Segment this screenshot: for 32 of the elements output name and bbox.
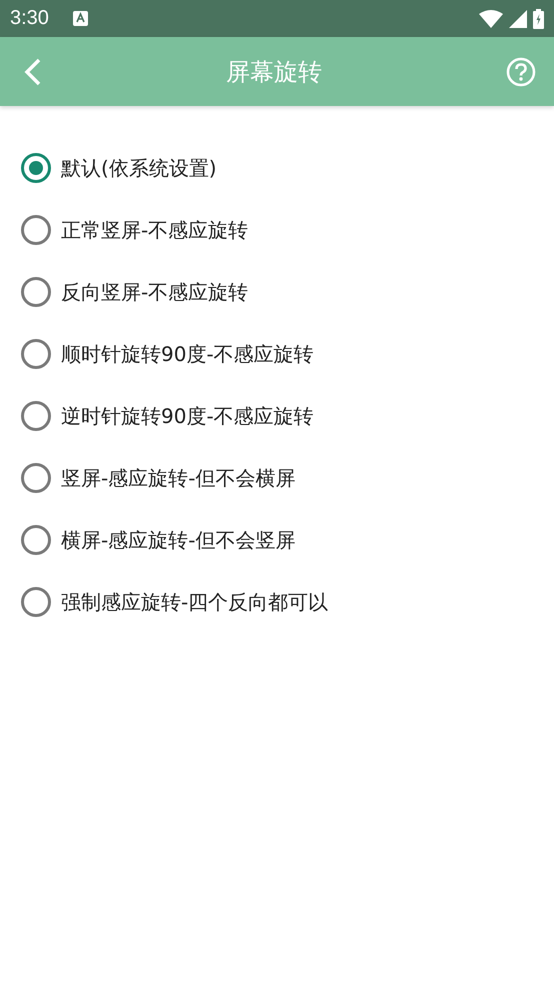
help-icon [506,56,536,86]
radio-button[interactable] [21,339,51,369]
signal-icon [509,10,527,28]
option-label: 顺时针旋转90度-不感应旋转 [61,340,314,368]
notification-icon [72,11,88,26]
back-icon [22,56,42,86]
option-label: 默认(依系统设置) [61,154,217,182]
option-label: 竖屏-感应旋转-但不会横屏 [61,464,296,492]
radio-button[interactable] [21,215,51,245]
radio-option[interactable]: 横屏-感应旋转-但不会竖屏 [21,509,296,571]
radio-option[interactable]: 逆时针旋转90度-不感应旋转 [21,385,314,447]
option-label: 反向竖屏-不感应旋转 [61,278,248,306]
status-time: 3:30 [10,7,49,30]
option-label: 强制感应旋转-四个反向都可以 [61,588,328,616]
battery-icon [533,8,544,28]
radio-button[interactable] [21,587,51,617]
toolbar-title: 屏幕旋转 [225,56,323,88]
radio-option[interactable]: 竖屏-感应旋转-但不会横屏 [21,447,296,509]
radio-button[interactable] [21,153,51,183]
radio-option[interactable]: 顺时针旋转90度-不感应旋转 [21,323,314,385]
radio-option[interactable]: 默认(依系统设置) [21,137,217,199]
option-label: 横屏-感应旋转-但不会竖屏 [61,526,296,554]
radio-button[interactable] [21,463,51,493]
radio-button[interactable] [21,525,51,555]
option-label: 正常竖屏-不感应旋转 [61,216,248,244]
radio-option[interactable]: 强制感应旋转-四个反向都可以 [21,571,328,633]
radio-option[interactable]: 反向竖屏-不感应旋转 [21,261,248,323]
radio-button[interactable] [21,401,51,431]
option-label: 逆时针旋转90度-不感应旋转 [61,402,314,430]
wifi-icon [479,10,503,28]
radio-button[interactable] [21,277,51,307]
radio-option[interactable]: 正常竖屏-不感应旋转 [21,199,248,261]
